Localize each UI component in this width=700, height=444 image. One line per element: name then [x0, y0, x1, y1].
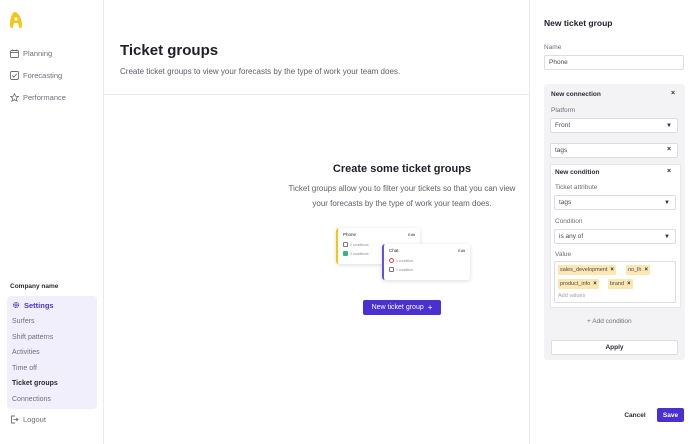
plus-icon: + [427, 303, 433, 312]
app-logo-icon[interactable] [9, 11, 23, 29]
illustration-row-text: 2 conditions [350, 251, 369, 256]
illustration-card-chat: Chat Edit 1 condition 1 condition [382, 244, 470, 280]
new-connection-title: New connection [551, 91, 601, 98]
gear-icon [12, 301, 20, 309]
settings-item-surfers[interactable]: Surfers [7, 314, 97, 330]
green-app-icon [343, 251, 348, 256]
illustration-edit: Edit [408, 232, 415, 237]
logout-icon [10, 415, 19, 424]
nav-label: Performance [23, 92, 66, 102]
arrow-icon [389, 267, 394, 272]
settings-item-ticket-groups[interactable]: Ticket groups [7, 376, 97, 392]
new-ticket-group-button[interactable]: New ticket group + [363, 300, 441, 315]
add-values-placeholder: Add values [558, 293, 586, 299]
tag-label: product_info [560, 281, 591, 287]
remove-tag-icon[interactable]: × [610, 267, 614, 273]
close-connection-icon[interactable]: × [671, 90, 675, 97]
settings-item-time-off[interactable]: Time off [7, 361, 97, 377]
settings-item-activities[interactable]: Activities [7, 345, 97, 361]
tags-attribute-field[interactable]: tags [550, 143, 678, 158]
condition-value: is any of [559, 233, 584, 240]
settings-menu: Settings Surfers Shift patterns Activiti… [7, 296, 97, 409]
illustration-edit: Edit [458, 248, 465, 253]
ticket-attribute-label: Ticket attribute [555, 184, 598, 191]
nav-item-forecasting[interactable]: Forecasting [0, 64, 104, 86]
illustration-row: 1 condition [389, 258, 413, 263]
ticket-attribute-value: tags [559, 199, 572, 206]
platform-label: Platform [551, 107, 576, 114]
calendar-icon [10, 49, 19, 58]
illustration-row-text: 1 condition [396, 267, 413, 272]
new-ticket-group-label: New ticket group [371, 304, 424, 311]
remove-tag-icon[interactable]: × [644, 267, 648, 273]
main-nav: Planning Forecasting Performance [0, 42, 104, 108]
value-tag: product_info × [558, 279, 599, 289]
tags-attribute-value: tags [555, 147, 568, 154]
tag-label: brand [610, 281, 625, 287]
logout-link[interactable]: Logout [10, 415, 46, 424]
zendesk-icon [343, 242, 348, 247]
checkbox-icon [10, 70, 19, 80]
illustration-row-text: 1 condition [396, 258, 413, 263]
remove-tags-icon[interactable]: × [667, 146, 671, 153]
tag-label: no_lh [628, 267, 642, 273]
name-input[interactable]: Phone [544, 55, 684, 70]
add-condition-button[interactable]: + Add condition [587, 318, 632, 325]
star-icon [10, 92, 19, 102]
illustration-row: 1 condition [389, 267, 413, 272]
settings-header[interactable]: Settings [7, 296, 97, 314]
settings-label: Settings [24, 300, 54, 310]
page-subtitle: Create ticket groups to view your foreca… [120, 67, 401, 76]
caret-down-icon: ▼ [664, 200, 670, 206]
empty-state-text: Ticket groups allow you to filter your t… [288, 184, 516, 208]
target-icon [389, 258, 394, 263]
cancel-button[interactable]: Cancel [621, 409, 649, 422]
value-tag: no_lh × [626, 265, 650, 275]
settings-item-connections[interactable]: Connections [7, 392, 97, 408]
remove-tag-icon[interactable]: × [593, 281, 597, 287]
header-divider [104, 94, 529, 95]
new-condition-title: New condition [555, 169, 600, 176]
name-label: Name [544, 44, 562, 51]
illustration-row-text: 2 conditions [350, 242, 369, 247]
save-button[interactable]: Save [657, 408, 684, 422]
ticket-attribute-select[interactable]: tags ▼ [554, 195, 676, 210]
logout-label: Logout [23, 415, 46, 424]
illustration-card-title: Chat [389, 248, 399, 253]
value-tag: brand × [608, 279, 633, 289]
nav-item-performance[interactable]: Performance [0, 86, 104, 108]
condition-label: Condition [555, 218, 583, 225]
company-name: Company name [10, 283, 59, 290]
caret-down-icon: ▼ [664, 234, 670, 240]
value-tag: sales_development × [558, 265, 616, 275]
nav-label: Forecasting [23, 70, 63, 80]
platform-value: Front [555, 122, 571, 129]
illustration-row: 2 conditions [343, 242, 369, 247]
app-root: Planning Forecasting Performance Company… [0, 0, 700, 444]
settings-item-shift-patterns[interactable]: Shift patterns [7, 330, 97, 346]
nav-item-planning[interactable]: Planning [0, 42, 104, 64]
platform-select[interactable]: Front ▼ [550, 118, 678, 133]
illustration-row: 2 conditions [343, 251, 369, 256]
close-condition-icon[interactable]: × [667, 168, 671, 175]
condition-select[interactable]: is any of ▼ [554, 229, 676, 244]
ticket-groups-illustration: Phone Edit 2 conditions 2 conditions Cha… [336, 228, 472, 284]
remove-tag-icon[interactable]: × [627, 281, 631, 287]
illustration-card-title: Phone [343, 232, 357, 237]
value-label: Value [555, 251, 572, 258]
tag-label: sales_development [560, 267, 608, 273]
panel-title: New ticket group [544, 18, 613, 28]
sidebar: Planning Forecasting Performance Company… [0, 0, 104, 444]
apply-button[interactable]: Apply [551, 340, 678, 355]
nav-label: Planning [23, 48, 53, 58]
caret-down-icon: ▼ [666, 123, 672, 129]
page-title: Ticket groups [120, 42, 219, 59]
main-content: Ticket groups Create ticket groups to vi… [104, 0, 529, 444]
